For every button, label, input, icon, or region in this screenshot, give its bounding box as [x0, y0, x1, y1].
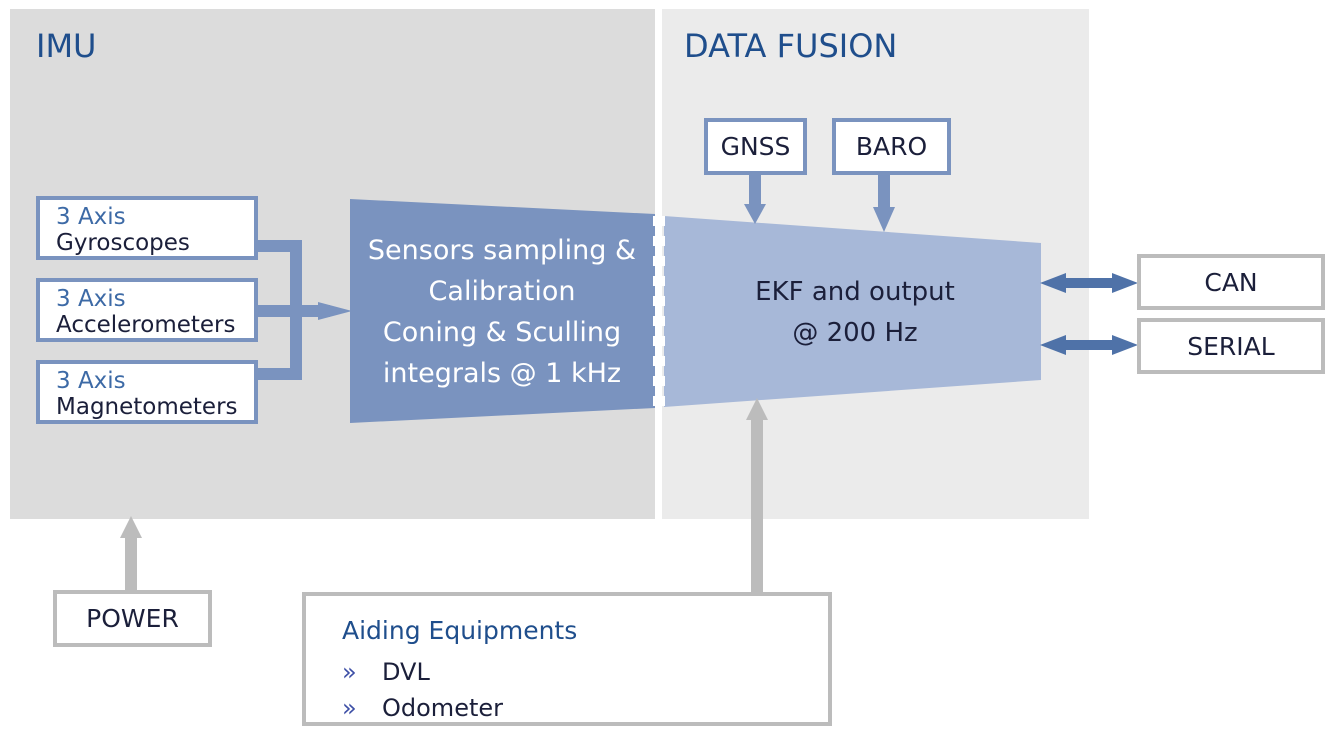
- can-box: CAN: [1137, 254, 1325, 310]
- serial-arrow: [1040, 335, 1138, 355]
- power-box: POWER: [53, 590, 212, 647]
- sensor-name-label: Magnetometers: [56, 394, 238, 420]
- sensor-name-label: Gyroscopes: [56, 230, 190, 256]
- sensor-axis-label: 3 Axis: [56, 368, 126, 394]
- serial-box: SERIAL: [1137, 318, 1325, 374]
- aiding-title: Aiding Equipments: [342, 616, 578, 645]
- aiding-arrow: [746, 398, 768, 592]
- fusion-block: EKF and output @ 200 Hz: [690, 272, 1020, 354]
- aiding-item-dvl: » DVL: [342, 658, 430, 686]
- baro-box: BARO: [832, 118, 951, 175]
- aiding-item-label: DVL: [382, 658, 430, 686]
- sensor-axis-label: 3 Axis: [56, 204, 126, 230]
- baro-arrow: [873, 172, 895, 232]
- gnss-label: GNSS: [720, 132, 791, 161]
- fusion-line: EKF and output: [755, 277, 955, 307]
- can-arrow: [1040, 273, 1138, 293]
- sensor-name-label: Accelerometers: [56, 312, 236, 338]
- power-label: POWER: [86, 604, 179, 633]
- baro-label: BARO: [855, 132, 928, 161]
- bullet-icon: »: [342, 658, 357, 686]
- sensor-box-gyroscopes: 3 Axis Gyroscopes: [36, 196, 258, 260]
- bullet-icon: »: [342, 694, 357, 722]
- processing-line: Calibration: [428, 276, 576, 307]
- can-label: CAN: [1204, 267, 1258, 297]
- aiding-equipments-box: Aiding Equipments » DVL » Odometer: [302, 592, 832, 726]
- gnss-arrow: [744, 172, 766, 224]
- sensor-axis-label: 3 Axis: [56, 286, 126, 312]
- processing-line: Coning & Sculling: [382, 317, 622, 348]
- sensor-box-accelerometers: 3 Axis Accelerometers: [36, 278, 258, 342]
- serial-label: SERIAL: [1187, 331, 1275, 361]
- processing-line: Sensors sampling &: [367, 235, 637, 266]
- power-arrow: [120, 516, 142, 592]
- fusion-line: @ 200 Hz: [792, 318, 918, 348]
- processing-line: integrals @ 1 kHz: [382, 358, 622, 389]
- sensor-bus-arrowhead: [318, 302, 352, 320]
- sensor-box-magnetometers: 3 Axis Magnetometers: [36, 360, 258, 424]
- aiding-item-label: Odometer: [382, 694, 503, 722]
- gnss-box: GNSS: [704, 118, 807, 175]
- processing-block: Sensors sampling & Calibration Coning & …: [352, 230, 652, 394]
- aiding-item-odometer: » Odometer: [342, 694, 503, 722]
